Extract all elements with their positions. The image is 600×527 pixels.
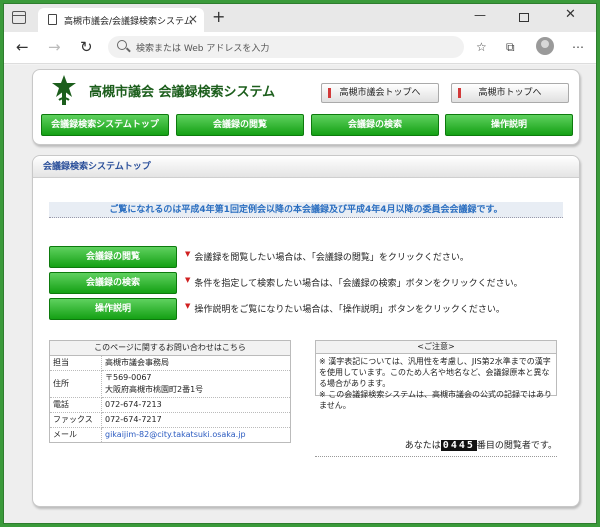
page-icon [48, 14, 57, 25]
help-description: ▼ 操作説明をご覧になりたい場合は、「操作説明」ボタンをクリックください。 [185, 302, 505, 315]
section-title: 会議録検索システムトップ [33, 156, 579, 178]
notes-body: ※ 漢字表記については、汎用性を考慮し、JIS第2水準までの漢字を使用しています… [319, 357, 553, 410]
tab-title: 高槻市議会/会議録検索システム [64, 17, 193, 27]
notes-box: <ご注意> ※ 漢字表記については、汎用性を考慮し、JIS第2水準までの漢字を使… [315, 340, 557, 410]
notice-text: ご覧になれるのは平成4年第1回定例会以降の本会議録及び平成4年4月以降の委員会会… [49, 202, 563, 218]
visitor-counter: あなたは 0445 番目の閲覧者です。 [315, 438, 557, 457]
window-close-icon[interactable]: ✕ [565, 7, 576, 22]
back-icon[interactable]: ← [16, 38, 29, 56]
contact-title: このページに関するお問い合わせはこちら [49, 340, 291, 356]
browse-description: ▼ 会議録を閲覧したい場合は、「会議録の閲覧」をクリックください。 [185, 250, 469, 263]
site-header: 高槻市議会 会議録検索システム 高槻市議会トップへ 高槻市トップへ 会議録検索シ… [32, 69, 580, 145]
help-button[interactable]: 操作説明 [49, 298, 177, 320]
menu-icon[interactable]: ⋯ [572, 40, 584, 54]
browser-frame: 高槻市議会/会議録検索システム × + — ✕ ← → ↻ 検索または Web … [3, 3, 597, 524]
address-placeholder: 検索または Web アドレスを入力 [136, 44, 270, 54]
bullet-icon: ▼ [185, 302, 191, 310]
collections-icon[interactable]: ⧉ [506, 40, 515, 54]
menu-help[interactable]: 操作説明 [445, 114, 573, 136]
forward-icon[interactable]: → [48, 38, 61, 56]
tab-strip: 高槻市議会/会議録検索システム × + — ✕ [4, 4, 596, 32]
page-viewport: 高槻市議会 会議録検索システム 高槻市議会トップへ 高槻市トップへ 会議録検索シ… [4, 65, 596, 523]
browser-window: 高槻市議会/会議録検索システム × + — ✕ ← → ↻ 検索または Web … [0, 0, 600, 527]
address-bar[interactable]: 検索または Web アドレスを入力 [108, 36, 464, 58]
browser-tab[interactable]: 高槻市議会/会議録検索システム × [38, 8, 204, 32]
close-tab-icon[interactable]: × [188, 12, 198, 26]
table-row: メール gikaijim-82@city.takatsuki.osaka.jp [49, 427, 291, 443]
table-row: 担当 高槻市議会事務局 [49, 355, 291, 371]
favorites-icon[interactable]: ☆ [476, 40, 487, 54]
search-icon [117, 40, 127, 50]
minimize-icon[interactable]: — [474, 8, 486, 22]
search-description: ▼ 条件を指定して検索したい場合は、「会議録の検索」ボタンをクリックください。 [185, 276, 523, 289]
table-row: ファックス 072-674-7217 [49, 412, 291, 428]
contact-table: このページに関するお問い合わせはこちら 担当 高槻市議会事務局 住所 〒569-00… [49, 340, 291, 443]
browser-toolbar: ← → ↻ 検索または Web アドレスを入力 ☆ ⧉ ⋯ [4, 32, 596, 64]
tab-actions-icon[interactable] [12, 11, 26, 24]
city-top-link[interactable]: 高槻市トップへ [451, 83, 569, 103]
bullet-icon: ▼ [185, 276, 191, 284]
table-row: 電話 072-674-7213 [49, 397, 291, 413]
browse-button[interactable]: 会議録の閲覧 [49, 246, 177, 268]
notes-title: <ご注意> [316, 341, 556, 354]
city-emblem-icon [52, 75, 76, 105]
email-link[interactable]: gikaijim-82@city.takatsuki.osaka.jp [105, 430, 246, 439]
maximize-icon[interactable] [519, 13, 529, 22]
menu-system-top[interactable]: 会議録検索システムトップ [41, 114, 169, 136]
bullet-icon: ▼ [185, 250, 191, 258]
counter-digits: 0445 [440, 440, 477, 451]
menu-search[interactable]: 会議録の検索 [311, 114, 439, 136]
table-row: 住所 〒569-0067 大阪府高槻市桃園町2番1号 [49, 370, 291, 398]
search-button[interactable]: 会議録の検索 [49, 272, 177, 294]
refresh-icon[interactable]: ↻ [80, 38, 93, 56]
council-top-link[interactable]: 高槻市議会トップへ [321, 83, 439, 103]
content-panel: 会議録検索システムトップ ご覧になれるのは平成4年第1回定例会以降の本会議録及び… [32, 155, 580, 507]
new-tab-icon[interactable]: + [212, 8, 225, 26]
profile-avatar[interactable] [536, 37, 554, 55]
menu-browse[interactable]: 会議録の閲覧 [176, 114, 304, 136]
site-title: 高槻市議会 会議録検索システム [89, 85, 276, 100]
